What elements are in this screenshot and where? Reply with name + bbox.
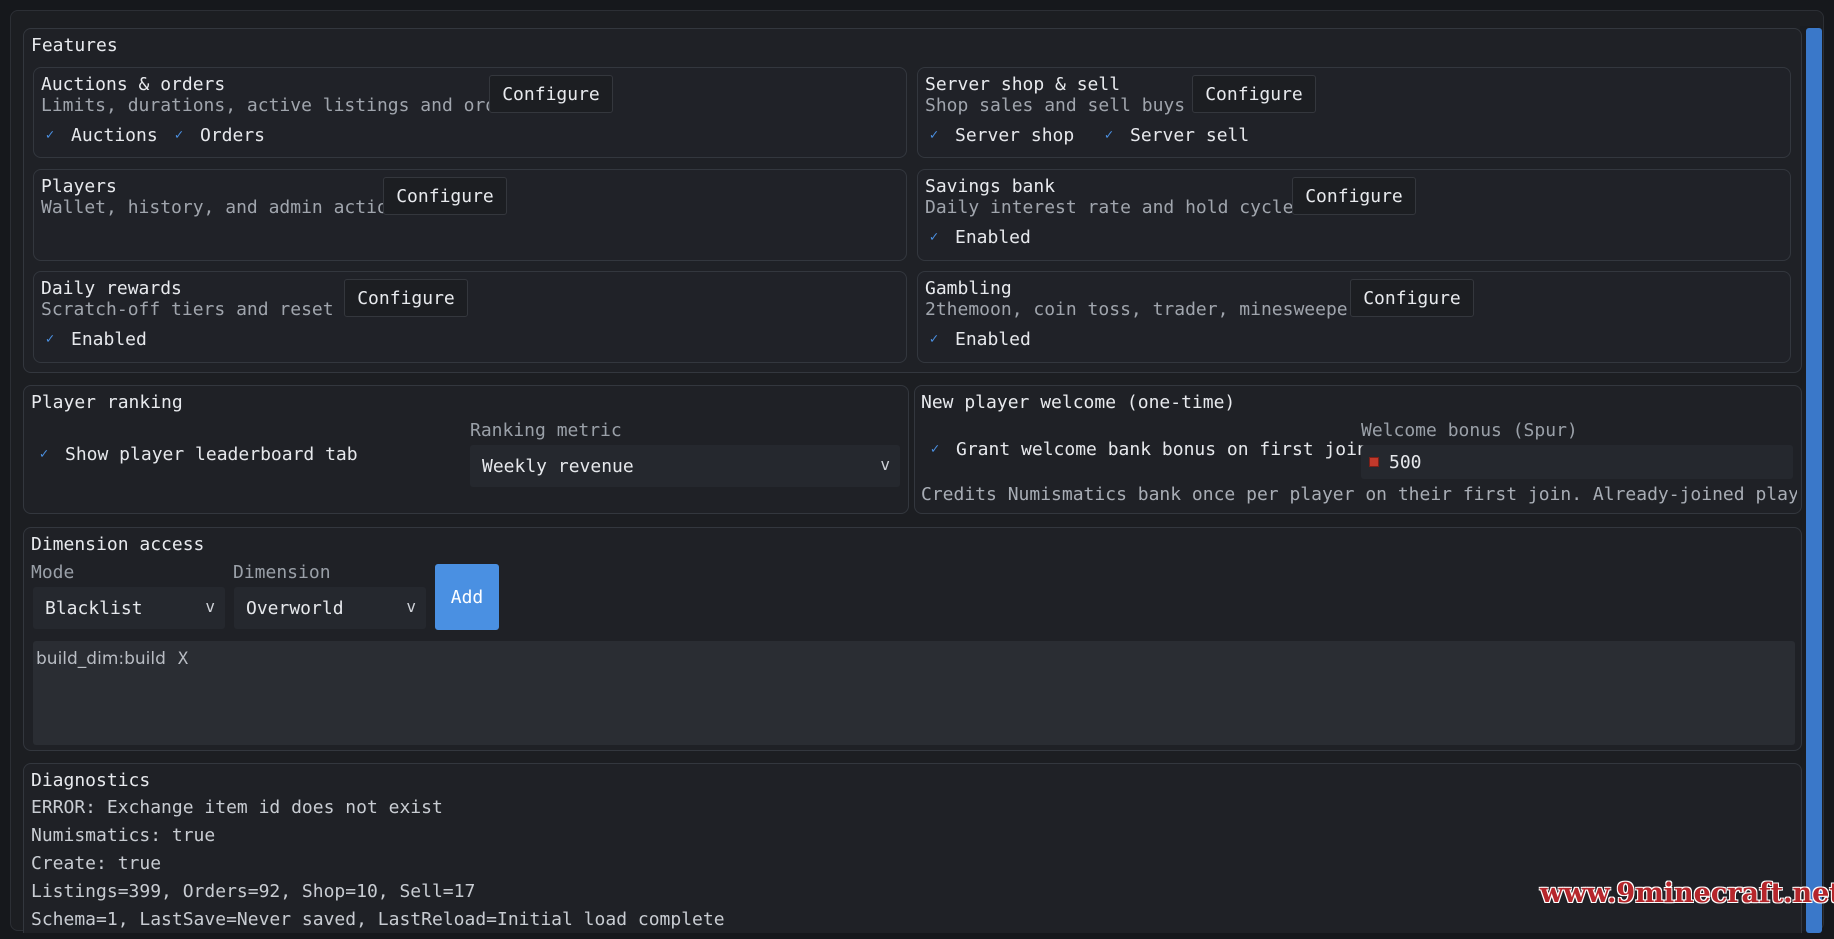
orders-checkbox[interactable]: ✓ Orders <box>168 124 265 146</box>
grant-welcome-bonus-label: Grant welcome bank bonus on first join <box>956 438 1368 460</box>
auctions-subtitle: Limits, durations, active listings and o… <box>41 95 529 116</box>
auctions-checkbox[interactable]: ✓ Auctions <box>39 124 158 146</box>
ranking-metric-value: Weekly revenue <box>482 455 634 477</box>
show-leaderboard-label: Show player leaderboard tab <box>65 443 358 465</box>
auctions-checkbox-label: Auctions <box>71 124 158 146</box>
welcome-bonus-input[interactable]: 500 <box>1361 445 1793 479</box>
players-card: Players Wallet, history, and admin actio… <box>33 169 907 261</box>
daily-rewards-configure-button[interactable]: Configure <box>344 279 468 317</box>
ranking-metric-label: Ranking metric <box>470 420 622 441</box>
dimension-label: Dimension <box>233 562 331 583</box>
mode-value: Blacklist <box>45 597 143 619</box>
dimension-entry-name: build_dim:build <box>36 649 166 669</box>
gambling-title: Gambling <box>925 278 1012 299</box>
welcome-panel: New player welcome (one-time) ✓ Grant wel… <box>914 385 1802 514</box>
savings-enabled-label: Enabled <box>955 226 1031 248</box>
list-item: build_dim:build X <box>36 649 188 669</box>
server-shop-subtitle: Shop sales and sell buys <box>925 95 1186 116</box>
server-shop-checkbox[interactable]: ✓ Server shop <box>923 124 1074 146</box>
gambling-card: Gambling 2themoon, coin toss, trader, mi… <box>917 271 1791 363</box>
show-leaderboard-checkbox[interactable]: ✓ Show player leaderboard tab <box>33 443 358 465</box>
diagnostic-line: Numismatics: true <box>31 825 216 846</box>
dimension-access-panel: Dimension access Mode Blacklist v Dimens… <box>23 527 1802 751</box>
daily-rewards-subtitle: Scratch-off tiers and reset <box>41 299 334 320</box>
welcome-note: Credits Numismatics bank once per player… <box>921 484 1797 505</box>
players-title: Players <box>41 176 117 197</box>
check-icon: ✓ <box>39 446 49 462</box>
daily-rewards-enabled-label: Enabled <box>71 328 147 350</box>
chevron-down-icon: v <box>205 597 215 616</box>
close-icon[interactable]: X <box>178 649 188 669</box>
dimension-select[interactable]: Overworld v <box>234 587 426 629</box>
add-dimension-button[interactable]: Add <box>435 564 499 630</box>
gambling-enabled-label: Enabled <box>955 328 1031 350</box>
check-icon: ✓ <box>174 127 184 143</box>
server-shop-card: Server shop & sell Shop sales and sell b… <box>917 67 1791 158</box>
grant-welcome-bonus-checkbox[interactable]: ✓ Grant welcome bank bonus on first join <box>924 438 1368 460</box>
welcome-bonus-label: Welcome bonus (Spur) <box>1361 420 1578 441</box>
savings-subtitle: Daily interest rate and hold cycles <box>925 197 1305 218</box>
check-icon: ✓ <box>929 229 939 245</box>
daily-rewards-title: Daily rewards <box>41 278 182 299</box>
diagnostics-title: Diagnostics <box>31 770 151 791</box>
savings-card: Savings bank Daily interest rate and hol… <box>917 169 1791 261</box>
dimension-list: build_dim:build X <box>33 641 1795 745</box>
auctions-title: Auctions & orders <box>41 74 226 95</box>
players-configure-button[interactable]: Configure <box>383 177 507 215</box>
daily-rewards-enabled-checkbox[interactable]: ✓ Enabled <box>39 328 147 350</box>
coin-icon <box>1369 457 1379 467</box>
dimension-value: Overworld <box>246 597 344 619</box>
diagnostics-panel: Diagnostics <box>23 763 1802 933</box>
server-shop-title: Server shop & sell <box>925 74 1121 95</box>
welcome-bonus-value: 500 <box>1389 451 1422 473</box>
check-icon: ✓ <box>929 127 939 143</box>
diagnostic-line: Listings=399, Orders=92, Shop=10, Sell=1… <box>31 881 476 902</box>
savings-configure-button[interactable]: Configure <box>1292 177 1416 215</box>
players-subtitle: Wallet, history, and admin actions <box>41 197 410 218</box>
player-ranking-title: Player ranking <box>31 392 183 413</box>
savings-enabled-checkbox[interactable]: ✓ Enabled <box>923 226 1031 248</box>
orders-checkbox-label: Orders <box>200 124 266 146</box>
player-ranking-panel: Player ranking ✓ Show player leaderboard … <box>23 385 909 514</box>
dimension-access-title: Dimension access <box>31 534 205 555</box>
diagnostic-line: Create: true <box>31 853 162 874</box>
gambling-configure-button[interactable]: Configure <box>1350 279 1474 317</box>
auctions-configure-button[interactable]: Configure <box>489 75 613 113</box>
check-icon: ✓ <box>45 127 55 143</box>
mode-label: Mode <box>31 562 75 583</box>
check-icon: ✓ <box>929 331 939 347</box>
diagnostic-line: Schema=1, LastSave=Never saved, LastRelo… <box>31 909 725 930</box>
check-icon: ✓ <box>1104 127 1114 143</box>
server-sell-checkbox-label: Server sell <box>1130 124 1250 146</box>
server-sell-checkbox[interactable]: ✓ Server sell <box>1098 124 1249 146</box>
chevron-down-icon: v <box>406 597 416 616</box>
watermark: www.9minecraft.net <box>1540 878 1834 909</box>
daily-rewards-card: Daily rewards Scratch-off tiers and rese… <box>33 271 907 363</box>
gambling-subtitle: 2themoon, coin toss, trader, minesweeper <box>925 299 1359 320</box>
check-icon: ✓ <box>930 441 940 457</box>
mode-select[interactable]: Blacklist v <box>33 587 225 629</box>
scrollbar-thumb[interactable] <box>1806 28 1822 933</box>
check-icon: ✓ <box>45 331 55 347</box>
auctions-card: Auctions & orders Limits, durations, act… <box>33 67 907 158</box>
chevron-down-icon: v <box>880 455 890 474</box>
gambling-enabled-checkbox[interactable]: ✓ Enabled <box>923 328 1031 350</box>
features-panel: Features Auctions & orders Limits, durat… <box>23 28 1802 373</box>
savings-title: Savings bank <box>925 176 1056 197</box>
welcome-title: New player welcome (one-time) <box>921 392 1236 413</box>
server-shop-checkbox-label: Server shop <box>955 124 1075 146</box>
server-shop-configure-button[interactable]: Configure <box>1192 75 1316 113</box>
diagnostic-line: ERROR: Exchange item id does not exist <box>31 797 443 818</box>
ranking-metric-select[interactable]: Weekly revenue v <box>470 445 900 487</box>
features-title: Features <box>31 35 118 56</box>
